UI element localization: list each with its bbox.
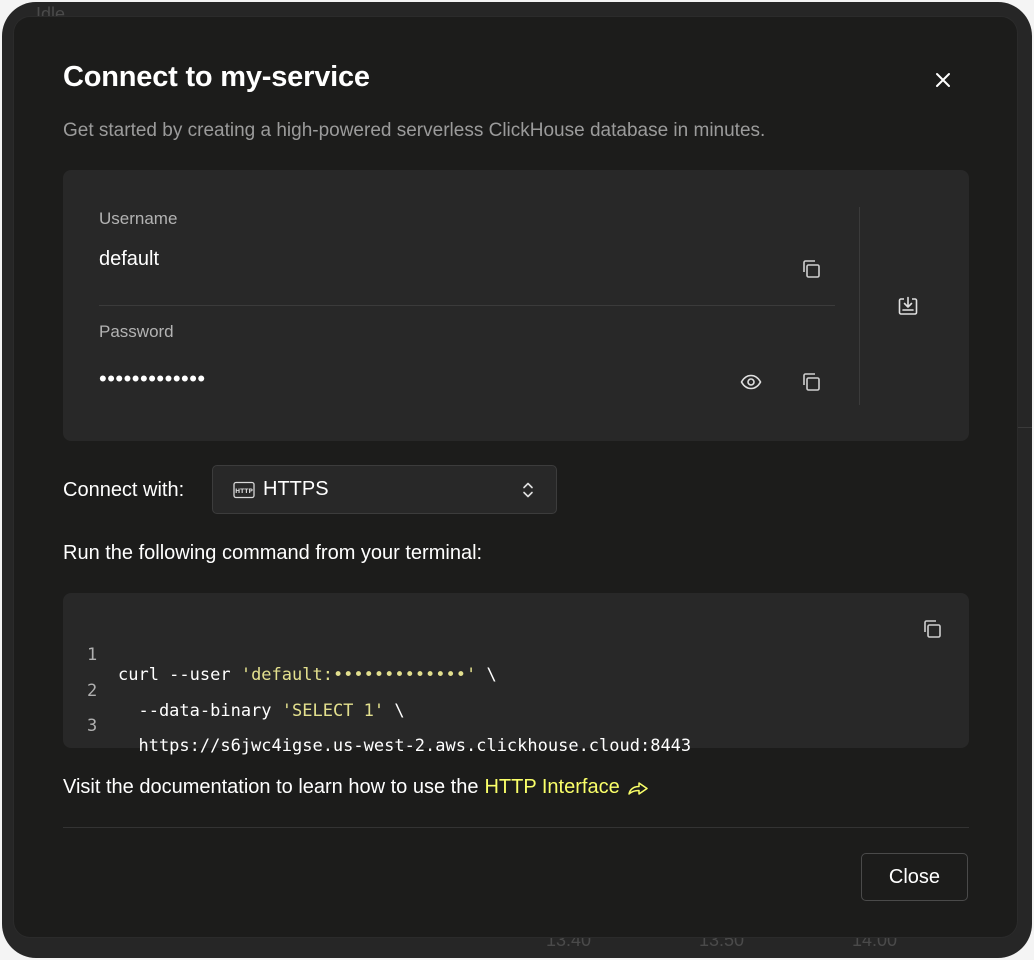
dialog-title: Connect to my-service	[63, 61, 370, 93]
code-text: --data-binary 'SELECT 1' \	[118, 701, 405, 721]
connection-method-select[interactable]: HTTP HTTPS	[212, 465, 557, 514]
http-interface-link[interactable]: HTTP Interface	[484, 776, 648, 799]
close-icon[interactable]	[931, 68, 955, 92]
field-divider	[99, 305, 835, 306]
copy-password-icon[interactable]	[798, 369, 824, 395]
connection-method-value: HTTPS	[263, 478, 329, 500]
run-command-label: Run the following command from your term…	[63, 542, 483, 564]
background-divider	[1018, 427, 1032, 428]
documentation-line: Visit the documentation to learn how to …	[63, 776, 649, 799]
username-value: default	[99, 248, 160, 270]
external-link-arrow-icon	[627, 780, 649, 796]
download-credentials-icon[interactable]	[895, 293, 921, 319]
code-line: 3 https://s6jwc4igse.us-west-2.aws.click…	[63, 696, 691, 776]
code-segment: --data-binary	[118, 701, 282, 721]
code-segment: https://s6jwc4igse.us-west-2.aws.clickho…	[118, 736, 692, 756]
password-value: •••••••••••••	[99, 366, 206, 391]
chevron-up-down-icon	[522, 480, 534, 505]
show-password-eye-icon[interactable]	[738, 369, 764, 395]
dialog-subtitle: Get started by creating a high-powered s…	[63, 120, 766, 141]
copy-code-icon[interactable]	[919, 616, 945, 642]
connect-with-label: Connect with:	[63, 479, 185, 501]
footer-divider	[63, 827, 969, 828]
code-string: 'default:•••••••••••••'	[240, 665, 477, 685]
username-label: Username	[99, 209, 178, 228]
http-interface-link-text: HTTP Interface	[484, 776, 620, 798]
copy-username-icon[interactable]	[798, 256, 824, 282]
http-icon: HTTP	[233, 481, 255, 499]
code-segment: \	[384, 701, 405, 721]
svg-text:HTTP: HTTP	[235, 488, 253, 495]
card-vertical-divider	[859, 207, 860, 405]
password-label: Password	[99, 322, 174, 341]
documentation-text: Visit the documentation to learn how to …	[63, 776, 479, 798]
code-string: 'SELECT 1'	[281, 701, 385, 721]
code-text: https://s6jwc4igse.us-west-2.aws.clickho…	[118, 736, 691, 756]
credentials-card: Username default Password •••••••••••••	[63, 170, 969, 441]
code-segment: curl --user	[118, 665, 241, 685]
code-text: curl --user 'default:•••••••••••••' \	[118, 665, 497, 685]
close-button[interactable]: Close	[861, 853, 968, 901]
code-segment: \	[476, 665, 497, 685]
connect-dialog: Connect to my-service Get started by cre…	[14, 17, 1017, 937]
code-block: 1 curl --user 'default:•••••••••••••' \ …	[63, 593, 969, 756]
line-number: 3	[87, 716, 98, 736]
